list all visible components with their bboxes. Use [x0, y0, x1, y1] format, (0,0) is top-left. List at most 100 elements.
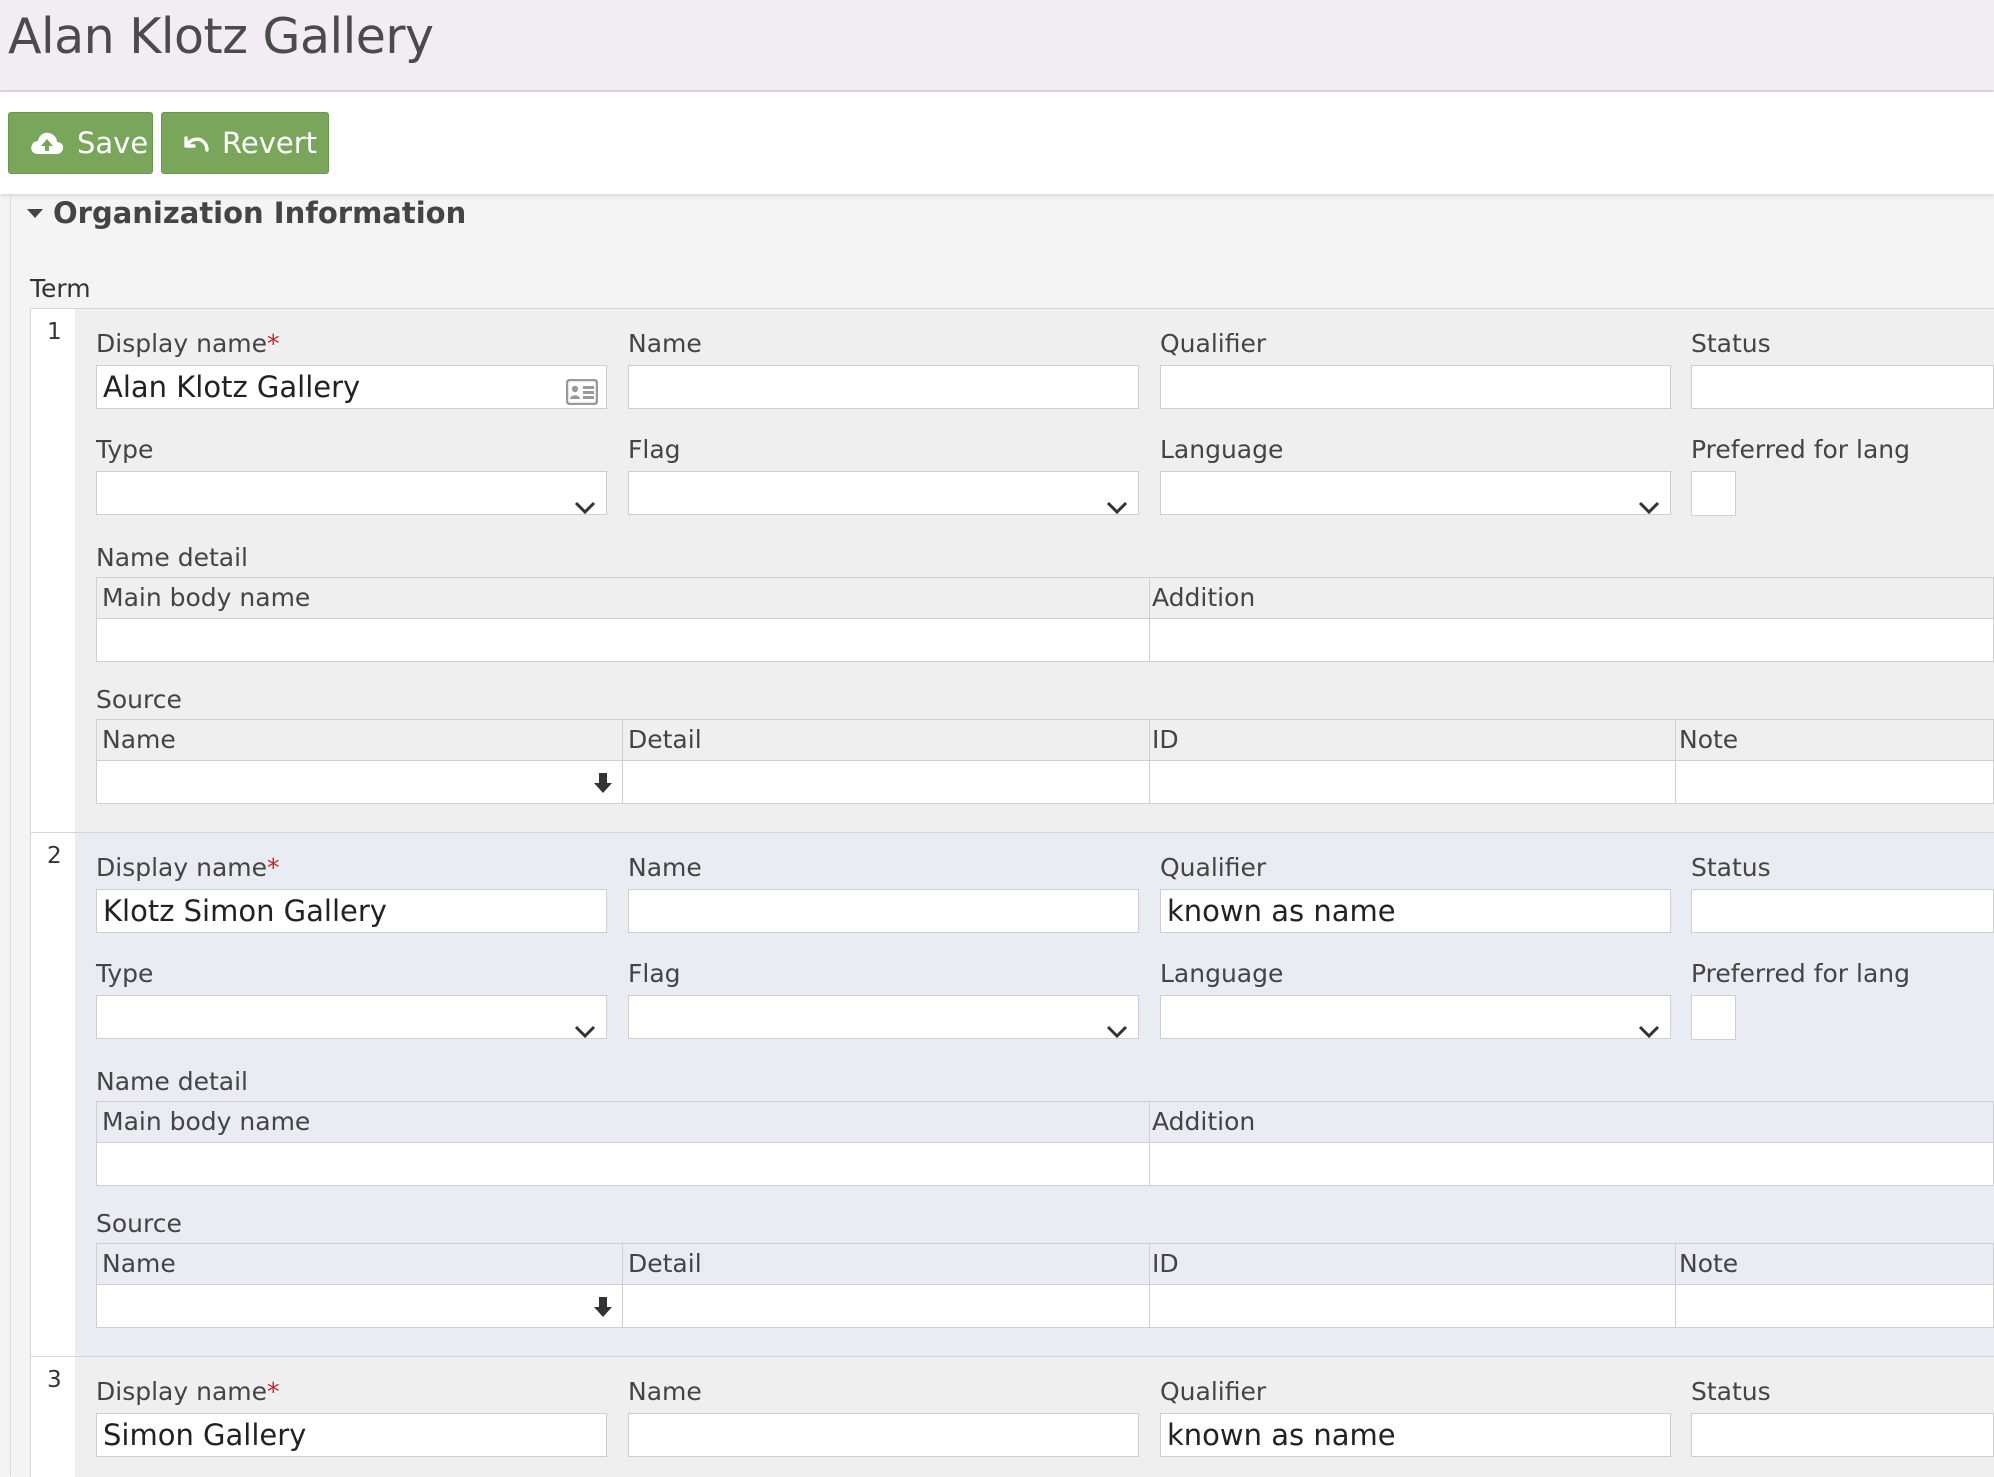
revert-label: Revert	[222, 126, 317, 160]
display-name-value: Alan Klotz Gallery	[103, 370, 361, 404]
name-input[interactable]	[628, 1413, 1139, 1457]
source-note-header: Note	[1679, 725, 1739, 754]
flag-label: Flag	[628, 959, 681, 988]
addition-header: Addition	[1152, 1107, 1256, 1136]
display-name-input[interactable]: Alan Klotz Gallery	[96, 365, 607, 409]
addition-input[interactable]	[1149, 618, 1994, 662]
term-row: 2 Display name* Name Qualifier Status Kl…	[30, 832, 1994, 1357]
main-body-name-header: Main body name	[102, 583, 311, 612]
language-select[interactable]	[1160, 995, 1671, 1039]
save-button[interactable]: Save	[8, 112, 153, 174]
term-number-cell: 3	[30, 1357, 76, 1477]
caret-down-icon	[27, 208, 43, 218]
page-title: Alan Klotz Gallery	[8, 8, 434, 65]
term-fields: Display name* Name Qualifier Status Simo…	[75, 1357, 1994, 1477]
preferred-for-lang-checkbox[interactable]	[1691, 995, 1736, 1040]
type-label: Type	[96, 959, 154, 988]
status-input[interactable]	[1691, 1413, 1994, 1457]
source-label: Source	[96, 1209, 182, 1238]
source-name-header: Name	[102, 725, 176, 754]
term-number: 1	[47, 319, 62, 345]
addition-header: Addition	[1152, 583, 1256, 612]
preferred-for-lang-label: Preferred for lang	[1691, 959, 1910, 988]
name-detail-label: Name detail	[96, 543, 248, 572]
source-name-input[interactable]	[96, 760, 623, 804]
status-input[interactable]	[1691, 365, 1994, 409]
source-id-input[interactable]	[1149, 760, 1676, 804]
source-note-input[interactable]	[1675, 760, 1994, 804]
flag-label: Flag	[628, 435, 681, 464]
panel-border	[10, 196, 11, 1476]
source-detail-input[interactable]	[622, 760, 1150, 804]
chevron-down-icon	[574, 1008, 596, 1038]
undo-icon	[182, 132, 210, 154]
display-name-label: Display name*	[96, 329, 280, 358]
term-row: 1 Display name* Name Qualifier Status Al…	[30, 308, 1994, 833]
name-detail-header	[96, 577, 1994, 619]
chevron-down-icon	[1638, 484, 1660, 514]
save-label: Save	[77, 126, 149, 160]
arrow-down-icon[interactable]	[592, 1295, 614, 1323]
language-label: Language	[1160, 435, 1284, 464]
section-title: Organization Information	[53, 196, 467, 230]
flag-select[interactable]	[628, 471, 1139, 515]
qualifier-input[interactable]: known as name	[1160, 889, 1671, 933]
source-label: Source	[96, 685, 182, 714]
source-detail-header: Detail	[628, 1249, 702, 1278]
language-select[interactable]	[1160, 471, 1671, 515]
source-detail-header: Detail	[628, 725, 702, 754]
type-label: Type	[96, 435, 154, 464]
source-name-header: Name	[102, 1249, 176, 1278]
status-label: Status	[1691, 329, 1771, 358]
name-input[interactable]	[628, 889, 1139, 933]
source-id-header: ID	[1152, 725, 1179, 754]
name-label: Name	[628, 853, 702, 882]
name-input[interactable]	[628, 365, 1139, 409]
language-label: Language	[1160, 959, 1284, 988]
cloud-upload-icon	[29, 130, 65, 156]
arrow-down-icon[interactable]	[592, 771, 614, 799]
source-name-input[interactable]	[96, 1284, 623, 1328]
preferred-for-lang-label: Preferred for lang	[1691, 435, 1910, 464]
display-name-input[interactable]: Klotz Simon Gallery	[96, 889, 607, 933]
term-number-cell: 1	[30, 309, 76, 833]
term-group-label: Term	[30, 274, 91, 303]
name-detail-header	[96, 1101, 1994, 1143]
addition-input[interactable]	[1149, 1142, 1994, 1186]
term-fields: Display name* Name Qualifier Status Alan…	[75, 309, 1994, 833]
flag-select[interactable]	[628, 995, 1139, 1039]
type-select[interactable]	[96, 471, 607, 515]
term-number: 3	[47, 1367, 62, 1393]
revert-button[interactable]: Revert	[161, 112, 329, 174]
main-body-name-input[interactable]	[96, 618, 1150, 662]
name-detail-label: Name detail	[96, 1067, 248, 1096]
qualifier-label: Qualifier	[1160, 853, 1267, 882]
source-note-header: Note	[1679, 1249, 1739, 1278]
chevron-down-icon	[1106, 484, 1128, 514]
toolbar: Save Revert	[0, 92, 1994, 194]
source-id-header: ID	[1152, 1249, 1179, 1278]
term-fields: Display name* Name Qualifier Status Klot…	[75, 833, 1994, 1357]
type-select[interactable]	[96, 995, 607, 1039]
chevron-down-icon	[1638, 1008, 1660, 1038]
qualifier-input[interactable]	[1160, 365, 1671, 409]
display-name-input[interactable]: Simon Gallery	[96, 1413, 607, 1457]
source-detail-input[interactable]	[622, 1284, 1150, 1328]
source-note-input[interactable]	[1675, 1284, 1994, 1328]
qualifier-label: Qualifier	[1160, 1377, 1267, 1406]
status-label: Status	[1691, 853, 1771, 882]
source-id-input[interactable]	[1149, 1284, 1676, 1328]
display-name-label: Display name*	[96, 853, 280, 882]
preferred-for-lang-checkbox[interactable]	[1691, 471, 1736, 516]
qualifier-label: Qualifier	[1160, 329, 1267, 358]
qualifier-input[interactable]: known as name	[1160, 1413, 1671, 1457]
section-toggle-organization-information[interactable]: Organization Information	[27, 196, 466, 230]
id-card-icon[interactable]	[565, 374, 599, 408]
page-header: Alan Klotz Gallery	[0, 0, 1994, 91]
chevron-down-icon	[574, 484, 596, 514]
display-name-label: Display name*	[96, 1377, 280, 1406]
name-label: Name	[628, 1377, 702, 1406]
term-row: 3 Display name* Name Qualifier Status Si…	[30, 1356, 1994, 1477]
main-body-name-input[interactable]	[96, 1142, 1150, 1186]
status-input[interactable]	[1691, 889, 1994, 933]
